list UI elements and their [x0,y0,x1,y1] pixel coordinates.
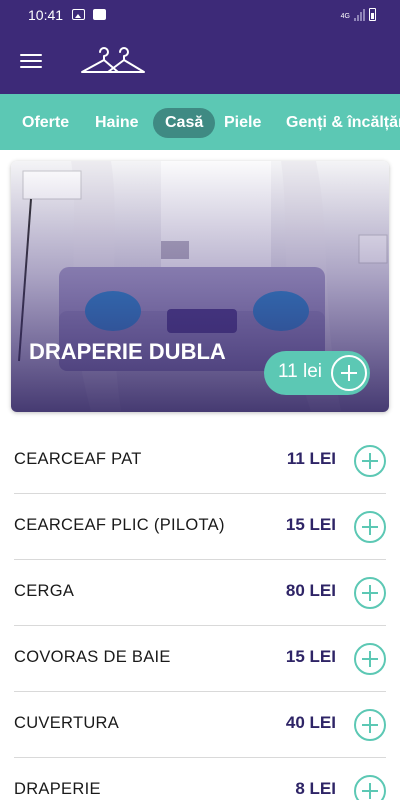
featured-product-price: 11 lei [278,361,323,382]
list-item[interactable]: CERGA 80 LEI [14,560,386,626]
add-to-cart-button[interactable] [354,511,386,543]
signal-icon [354,9,365,21]
list-item[interactable]: CEARCEAF PAT 11 LEI [14,428,386,494]
add-to-cart-button[interactable] [354,643,386,675]
featured-add-button[interactable]: 11 lei [264,351,370,395]
battery-icon [369,8,376,21]
featured-product-card[interactable]: DRAPERIE DUBLA 11 lei [11,161,389,412]
product-name: COVORAS DE BAIE [14,648,171,666]
gallery-icon [72,9,85,20]
product-price: 11 LEI [286,449,336,468]
featured-product-title: DRAPERIE DUBLA [29,339,226,364]
list-item[interactable]: COVORAS DE BAIE 15 LEI [14,626,386,692]
list-item[interactable]: DRAPERIE 8 LEI [14,758,386,800]
notification-icons [72,9,106,20]
app-bar [0,32,400,94]
product-name: DRAPERIE [14,780,101,798]
hamburger-menu-icon[interactable] [20,54,42,72]
product-name: CERGA [14,582,75,600]
network-type: 4G [340,13,350,20]
check-icon [93,9,106,20]
plus-icon [331,355,367,391]
product-price: 8 LEI [295,779,336,798]
product-price: 40 LEI [285,713,336,732]
status-bar: 10:41 4G [0,0,400,32]
tab-casa[interactable]: Casă [153,108,216,138]
product-name: CUVERTURA [14,714,120,732]
add-to-cart-button[interactable] [354,775,386,800]
add-to-cart-button[interactable] [354,709,386,741]
tab-oferte[interactable]: Oferte [22,108,69,138]
product-price: 15 LEI [285,515,336,534]
list-item[interactable]: CUVERTURA 40 LEI [14,692,386,758]
product-price: 15 LEI [285,647,336,666]
tab-piele[interactable]: Piele [224,108,261,138]
tab-genti-incaltaminte[interactable]: Genți & încălțăminte [286,108,400,138]
product-price: 80 LEI [285,581,336,600]
hanger-logo-icon [81,47,145,73]
tab-haine[interactable]: Haine [95,108,139,138]
category-tabs: Oferte Haine Casă Piele Genți & încălțăm… [0,94,400,150]
system-icons: 4G [341,8,376,21]
product-name: CEARCEAF PLIC (PILOTA) [14,516,225,534]
add-to-cart-button[interactable] [354,445,386,477]
status-time: 10:41 [28,7,64,23]
list-item[interactable]: CEARCEAF PLIC (PILOTA) 15 LEI [14,494,386,560]
product-name: CEARCEAF PAT [14,450,142,468]
add-to-cart-button[interactable] [354,577,386,609]
